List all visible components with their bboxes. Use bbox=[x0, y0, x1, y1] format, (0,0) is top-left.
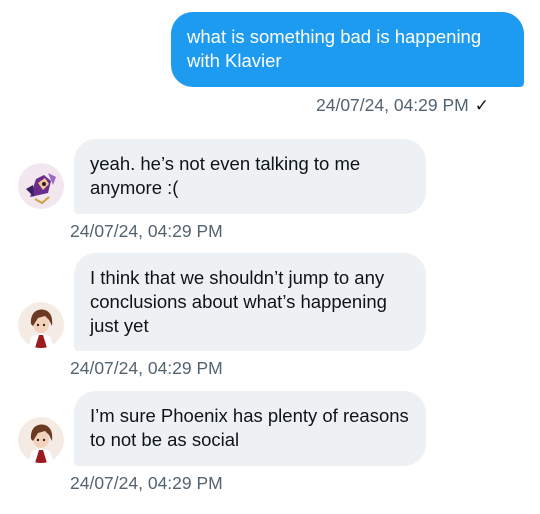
incoming-message-bubble[interactable]: I think that we shouldn’t jump to any co… bbox=[74, 253, 426, 351]
message-thread: what is something bad is happening with … bbox=[0, 0, 540, 514]
timestamp-text: 24/07/24, 04:29 PM bbox=[70, 358, 223, 378]
message-text: yeah. he’s not even talking to me anymor… bbox=[90, 153, 361, 198]
checkmark-icon: ✓ bbox=[474, 96, 489, 115]
message-text: what is something bad is happening with … bbox=[187, 26, 482, 71]
purple-character-avatar[interactable] bbox=[18, 163, 64, 209]
timestamp-text: 24/07/24, 04:29 PM bbox=[70, 221, 223, 241]
timestamp-text: 24/07/24, 04:29 PM bbox=[316, 95, 469, 115]
message-timestamp: 24/07/24, 04:29 PM ✓ bbox=[316, 95, 489, 116]
brown-haired-character-avatar[interactable] bbox=[18, 302, 64, 348]
message-text: I’m sure Phoenix has plenty of reasons t… bbox=[90, 405, 409, 450]
message-timestamp: 24/07/24, 04:29 PM bbox=[70, 473, 223, 494]
outgoing-message-bubble[interactable]: what is something bad is happening with … bbox=[171, 12, 524, 87]
message-timestamp: 24/07/24, 04:29 PM bbox=[70, 358, 223, 379]
timestamp-text: 24/07/24, 04:29 PM bbox=[70, 473, 223, 493]
message-text: I think that we shouldn’t jump to any co… bbox=[90, 267, 387, 336]
incoming-message-bubble[interactable]: I’m sure Phoenix has plenty of reasons t… bbox=[74, 391, 426, 466]
brown-haired-character-avatar[interactable] bbox=[18, 417, 64, 463]
message-timestamp: 24/07/24, 04:29 PM bbox=[70, 221, 223, 242]
incoming-message-bubble[interactable]: yeah. he’s not even talking to me anymor… bbox=[74, 139, 426, 214]
